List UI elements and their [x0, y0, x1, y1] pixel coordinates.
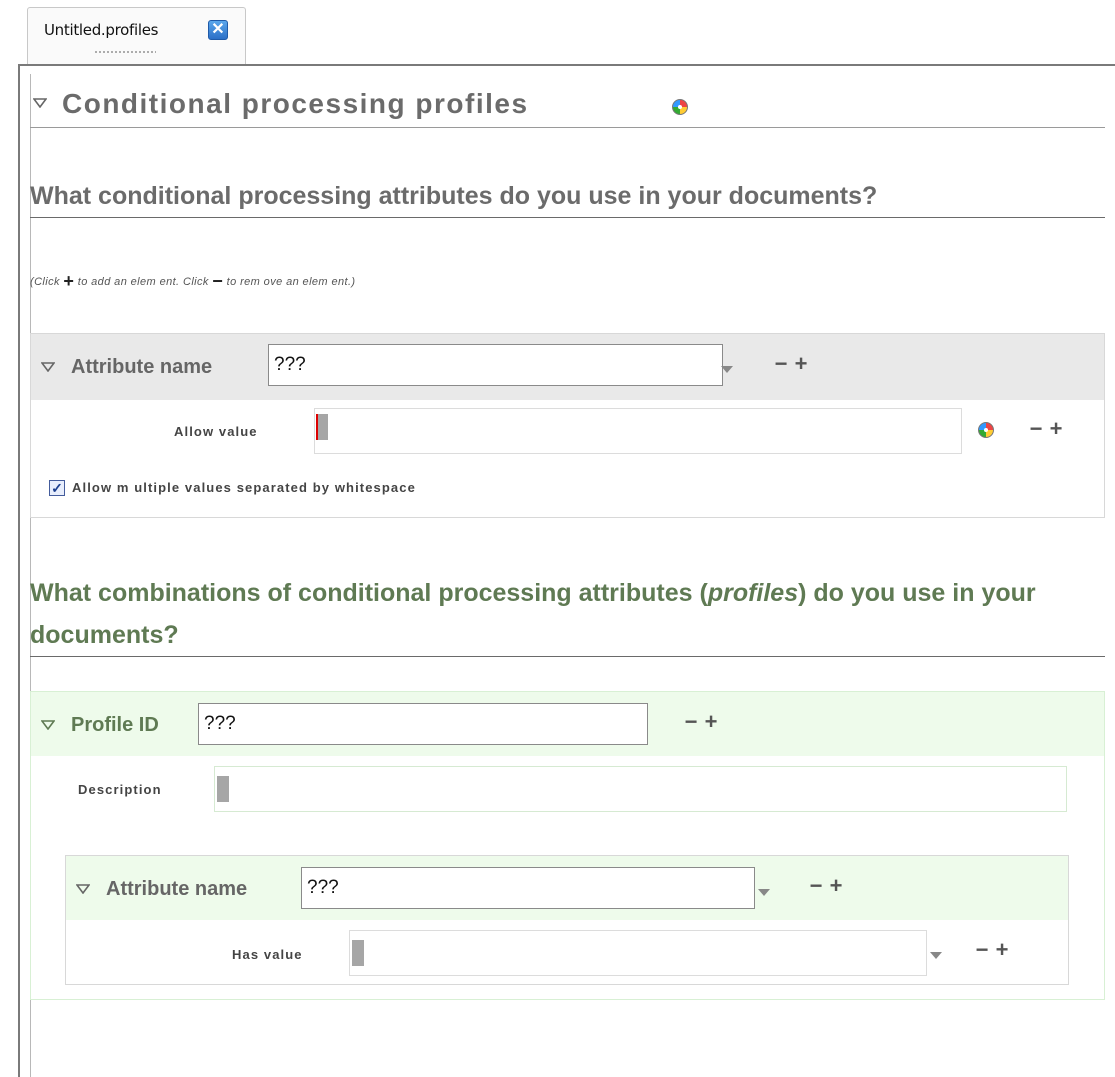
profile-block-header: Profile ID ??? − +: [31, 692, 1104, 756]
main-heading: Conditional processing profiles: [30, 84, 1105, 128]
hint-add-icon: +: [63, 271, 75, 291]
has-value-label: Has value: [232, 947, 303, 962]
attribute-block-header: Attribute name ??? − +: [31, 334, 1104, 400]
document-tab[interactable]: Untitled.profiles ✕: [27, 7, 246, 65]
remove-button[interactable]: −: [681, 709, 701, 735]
profile-block: Profile ID ??? − + Description Attribute …: [30, 691, 1105, 1000]
hint-prefix: (Click: [30, 276, 64, 288]
add-remove-controls: − +: [806, 873, 846, 899]
allow-value-label: Allow value: [174, 424, 258, 439]
section2-heading-emphasis: profiles: [707, 579, 799, 607]
caret-down-icon[interactable]: [721, 366, 733, 373]
collapse-triangle-icon[interactable]: [41, 720, 55, 730]
main-heading-title: Conditional processing profiles: [62, 88, 529, 119]
section2-heading-part1: What combinations of conditional process…: [30, 579, 708, 607]
allow-multiple-checkbox[interactable]: ✓: [49, 480, 65, 496]
tab-grip: [94, 50, 156, 54]
collapse-triangle-icon[interactable]: [41, 362, 55, 372]
allow-multiple-label: Allow m ultiple values separated by whit…: [72, 480, 416, 495]
empty-value-marker: [217, 776, 229, 802]
collapse-triangle-icon[interactable]: [76, 884, 90, 894]
tab-title: Untitled.profiles: [44, 21, 159, 39]
add-remove-controls: − +: [972, 937, 1012, 963]
attribute-name-input[interactable]: ???: [301, 867, 755, 909]
add-button[interactable]: +: [1046, 416, 1066, 442]
caret-down-icon[interactable]: [930, 952, 942, 959]
add-button[interactable]: +: [791, 351, 811, 377]
attribute-name-input[interactable]: ???: [268, 344, 723, 386]
hint-remove-icon: −: [212, 271, 224, 291]
profile-attribute-block: Attribute name ??? − + Has value − +: [65, 855, 1069, 985]
close-tab-icon[interactable]: ✕: [208, 20, 228, 40]
profile-id-label: Profile ID: [71, 714, 159, 736]
attribute-block: Attribute name ??? − + Allow value − + ✓ A…: [30, 333, 1105, 518]
remove-button[interactable]: −: [972, 937, 992, 963]
palette-icon[interactable]: [978, 422, 994, 438]
attribute-name-label: Attribute name: [71, 356, 213, 378]
caret-down-icon[interactable]: [758, 889, 770, 896]
empty-value-marker: [352, 940, 364, 966]
hint-text: (Click + to add an elem ent. Click − to …: [30, 271, 355, 292]
profile-attribute-header: Attribute name ??? − +: [66, 856, 1068, 920]
collapse-triangle-icon[interactable]: [33, 98, 47, 108]
add-remove-controls: − +: [1026, 416, 1066, 442]
section2-heading: What combinations of conditional process…: [30, 572, 1105, 657]
description-input[interactable]: [214, 766, 1067, 812]
add-button[interactable]: +: [992, 937, 1012, 963]
hint-suffix: to rem ove an elem ent.): [223, 276, 356, 288]
attribute-name-label: Attribute name: [106, 878, 248, 900]
profile-id-input[interactable]: ???: [198, 703, 648, 745]
add-remove-controls: − +: [681, 709, 721, 735]
allow-value-input[interactable]: [314, 408, 962, 454]
description-label: Description: [78, 782, 162, 797]
add-button[interactable]: +: [701, 709, 721, 735]
add-remove-controls: − +: [771, 351, 811, 377]
palette-icon[interactable]: [672, 99, 688, 115]
remove-button[interactable]: −: [1026, 416, 1046, 442]
remove-button[interactable]: −: [806, 873, 826, 899]
add-button[interactable]: +: [826, 873, 846, 899]
section1-heading: What conditional processing attributes d…: [30, 175, 1105, 218]
text-cursor-marker: [316, 414, 328, 440]
hint-middle: to add an elem ent. Click: [74, 276, 213, 288]
remove-button[interactable]: −: [771, 351, 791, 377]
has-value-input[interactable]: [349, 930, 927, 976]
